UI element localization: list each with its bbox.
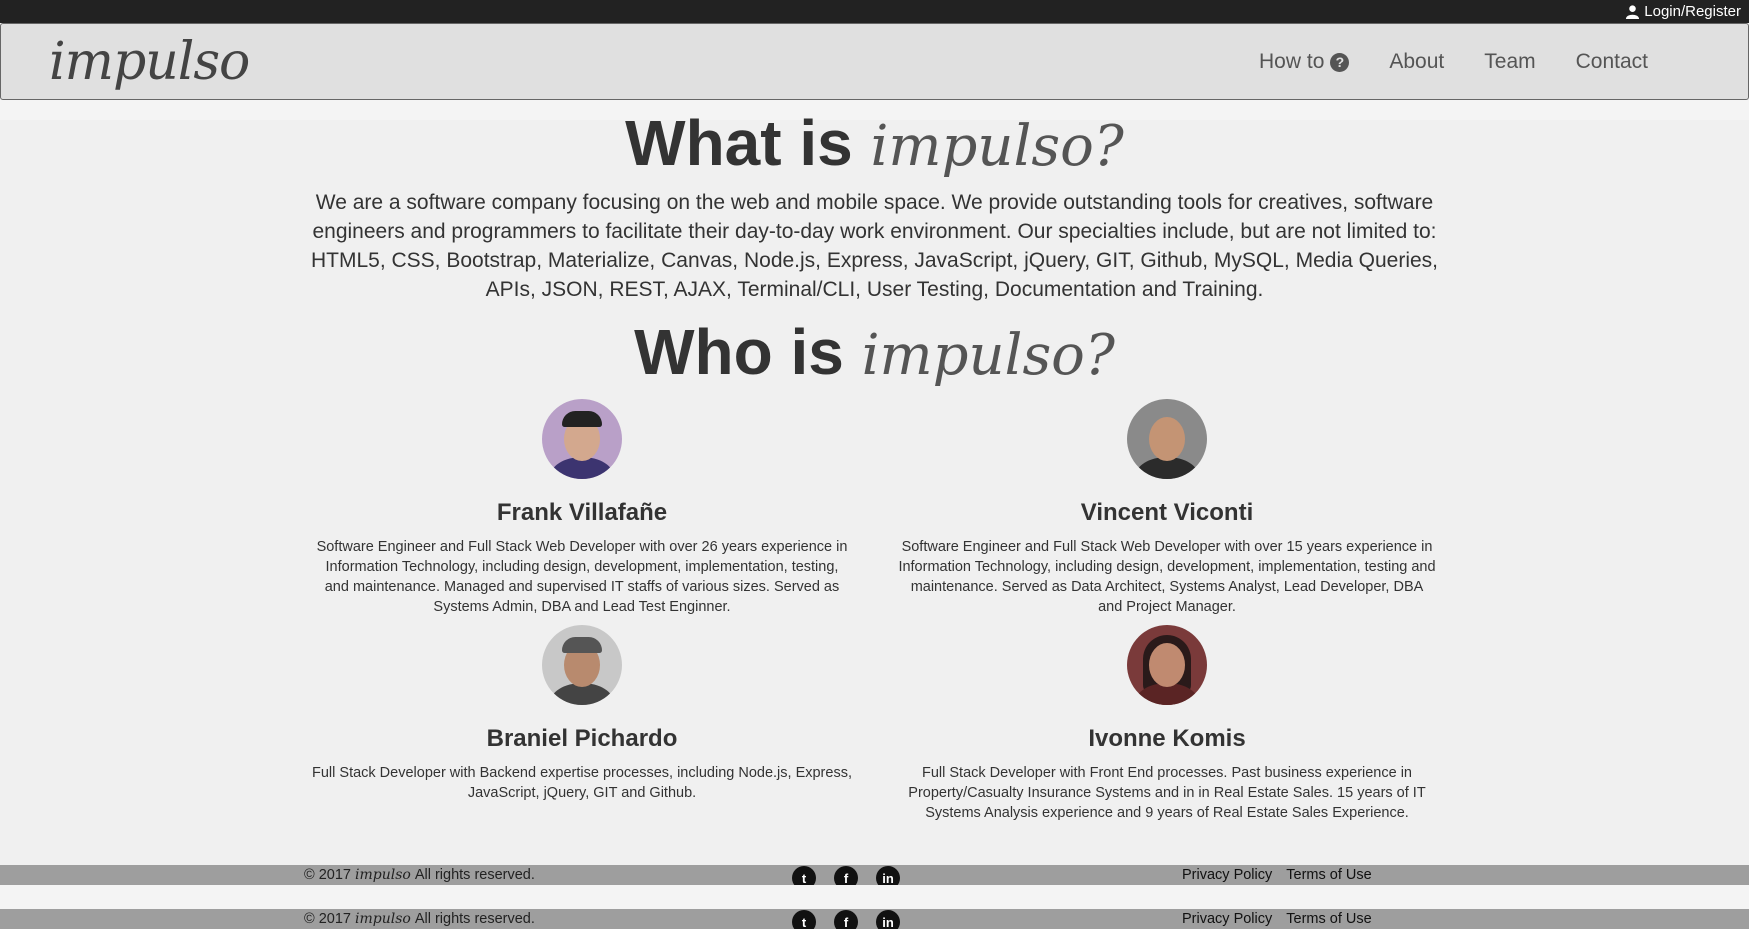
- avatar: [1127, 625, 1207, 705]
- member-bio: Full Stack Developer with Backend expert…: [312, 765, 852, 801]
- copyright-brand: impulso: [354, 911, 411, 927]
- team-member-card: Frank Villafañe Software Engineer and Fu…: [312, 399, 852, 617]
- avatar: [542, 399, 622, 479]
- nav-contact[interactable]: Contact: [1576, 50, 1648, 74]
- social-links: t f in: [792, 909, 900, 929]
- linkedin-icon[interactable]: in: [876, 910, 900, 929]
- footer: © 2017 impulso All rights reserved. t f …: [0, 909, 1749, 929]
- top-bar: Login/Register: [0, 0, 1749, 23]
- what-is-title-brand: impulso?: [870, 114, 1124, 179]
- nav-how-to-label: How to: [1259, 50, 1325, 73]
- login-register-link[interactable]: Login/Register: [1625, 3, 1741, 20]
- copyright-brand: impulso: [354, 867, 411, 883]
- privacy-policy-link[interactable]: Privacy Policy: [1182, 867, 1272, 883]
- avatar: [542, 625, 622, 705]
- copyright-suffix: All rights reserved.: [414, 867, 535, 883]
- member-name: Braniel Pichardo: [486, 725, 678, 752]
- member-bio: Software Engineer and Full Stack Web Dev…: [898, 539, 1436, 615]
- privacy-policy-link[interactable]: Privacy Policy: [1182, 911, 1272, 927]
- who-is-title-prefix: Who is: [634, 316, 844, 388]
- question-circle-icon: ?: [1330, 52, 1350, 72]
- navbar: impulso How to ? About Team Contact: [0, 23, 1749, 100]
- member-bio: Full Stack Developer with Front End proc…: [908, 765, 1426, 821]
- footer-gap: [0, 885, 1749, 909]
- nav-about[interactable]: About: [1389, 50, 1444, 74]
- footer-links: Privacy Policy Terms of Use: [1182, 867, 1372, 883]
- login-register-label: Login/Register: [1644, 3, 1741, 20]
- member-name: Ivonne Komis: [1088, 725, 1246, 752]
- nav-team[interactable]: Team: [1484, 50, 1535, 74]
- terms-of-use-link[interactable]: Terms of Use: [1286, 867, 1371, 883]
- facebook-icon[interactable]: f: [834, 910, 858, 929]
- what-is-title: What is impulso?: [0, 106, 1749, 180]
- nav-how-to[interactable]: How to ?: [1259, 50, 1350, 74]
- avatar: [1127, 399, 1207, 479]
- team-member-card: Braniel Pichardo Full Stack Developer wi…: [312, 625, 852, 803]
- copyright: © 2017 impulso All rights reserved.: [304, 867, 535, 883]
- copyright-prefix: © 2017: [304, 911, 351, 927]
- what-is-title-prefix: What is: [625, 107, 853, 179]
- copyright-prefix: © 2017: [304, 867, 351, 883]
- copyright-suffix: All rights reserved.: [414, 911, 535, 927]
- user-icon: [1626, 5, 1640, 19]
- footer: © 2017 impulso All rights reserved. t f …: [0, 865, 1749, 890]
- member-name: Frank Villafañe: [496, 499, 668, 526]
- about-paragraph: We are a software company focusing on th…: [310, 191, 1439, 301]
- team-member-card: Vincent Viconti Software Engineer and Fu…: [897, 399, 1437, 617]
- twitter-icon[interactable]: t: [792, 910, 816, 929]
- who-is-title: Who is impulso?: [0, 315, 1749, 389]
- nav-links: How to ? About Team Contact: [1259, 50, 1648, 74]
- brand-logo[interactable]: impulso: [49, 32, 250, 92]
- terms-of-use-link[interactable]: Terms of Use: [1286, 911, 1371, 927]
- team-member-card: Ivonne Komis Full Stack Developer with F…: [897, 625, 1437, 823]
- member-bio: Software Engineer and Full Stack Web Dev…: [316, 539, 848, 615]
- copyright: © 2017 impulso All rights reserved.: [304, 911, 535, 927]
- who-is-title-brand: impulso?: [861, 323, 1115, 388]
- member-name: Vincent Viconti: [1080, 499, 1254, 526]
- footer-links: Privacy Policy Terms of Use: [1182, 911, 1372, 927]
